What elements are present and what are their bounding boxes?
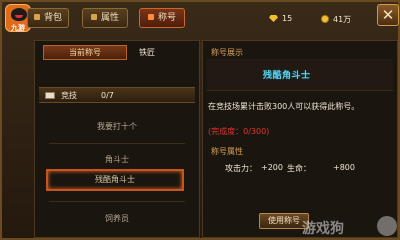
list-item[interactable]: 我要打十个 (49, 119, 185, 135)
mascot-face-icon (11, 8, 27, 21)
bag-icon (34, 14, 40, 20)
current-title-label: 当前称号 (43, 45, 127, 60)
gem-value: 15 (282, 14, 293, 23)
gold-value: 41万 (333, 15, 352, 24)
tab-attributes-label: 属性 (100, 13, 119, 23)
gold-coin-icon (321, 15, 329, 23)
watermark-text: 游戏狗 (302, 221, 344, 237)
game-window: 九游 背包 属性 称号 15 41万 ✕ 当前称号 铁匠 竞技 0/7 我要打十… (0, 0, 400, 240)
current-title-row: 当前称号 铁匠 (39, 45, 195, 61)
tab-titles-label: 称号 (157, 13, 176, 23)
tab-titles[interactable]: 称号 (139, 8, 185, 28)
watermark-dog-icon (377, 216, 397, 236)
title-progress: (完成度：0/300) (208, 127, 270, 136)
category-count: 0/7 (101, 91, 114, 100)
gem-icon (269, 15, 278, 22)
top-bar: 九游 背包 属性 称号 15 41万 ✕ (2, 2, 400, 34)
list-item[interactable]: 角斗士 (49, 152, 185, 168)
hp-label: 生命： (287, 164, 311, 173)
category-icon (45, 92, 55, 99)
attack-label: 攻击力： (225, 164, 257, 173)
title-badge-box: 残酷角斗士 (207, 59, 393, 91)
divider (49, 143, 185, 144)
close-button[interactable]: ✕ (377, 4, 399, 26)
tab-bag-label: 背包 (44, 13, 63, 23)
gem-counter: 15 (269, 14, 292, 23)
tab-attributes[interactable]: 属性 (82, 8, 128, 28)
title-description: 在竞技场累计击败300人可以获得此称号。 (208, 102, 360, 111)
title-badge: 残酷角斗士 (263, 71, 311, 81)
hp-value: +800 (333, 163, 355, 172)
current-title-value: 铁匠 (139, 48, 155, 57)
title-list-panel: 当前称号 铁匠 竞技 0/7 我要打十个 角斗士 残酷角斗士 饲养员 (34, 40, 200, 238)
category-label: 竞技 (61, 91, 77, 100)
list-item[interactable]: 饲养员 (49, 211, 185, 227)
title-detail-panel: 称号展示 残酷角斗士 在竞技场累计击败300人可以获得此称号。 (完成度：0/3… (202, 40, 398, 238)
display-section-title: 称号展示 (211, 48, 243, 57)
close-icon: ✕ (381, 6, 395, 24)
gold-counter: 41万 (321, 14, 351, 25)
list-item-selected[interactable]: 残酷角斗士 (46, 169, 184, 191)
logo-text: 九游 (11, 24, 25, 32)
attributes-icon (90, 14, 97, 20)
divider (49, 201, 185, 202)
category-arena[interactable]: 竞技 0/7 (39, 87, 195, 103)
title-icon (147, 14, 154, 20)
attack-value: +200 (261, 163, 283, 172)
tab-bag[interactable]: 背包 (27, 8, 69, 28)
attributes-section-title: 称号属性 (211, 147, 243, 156)
